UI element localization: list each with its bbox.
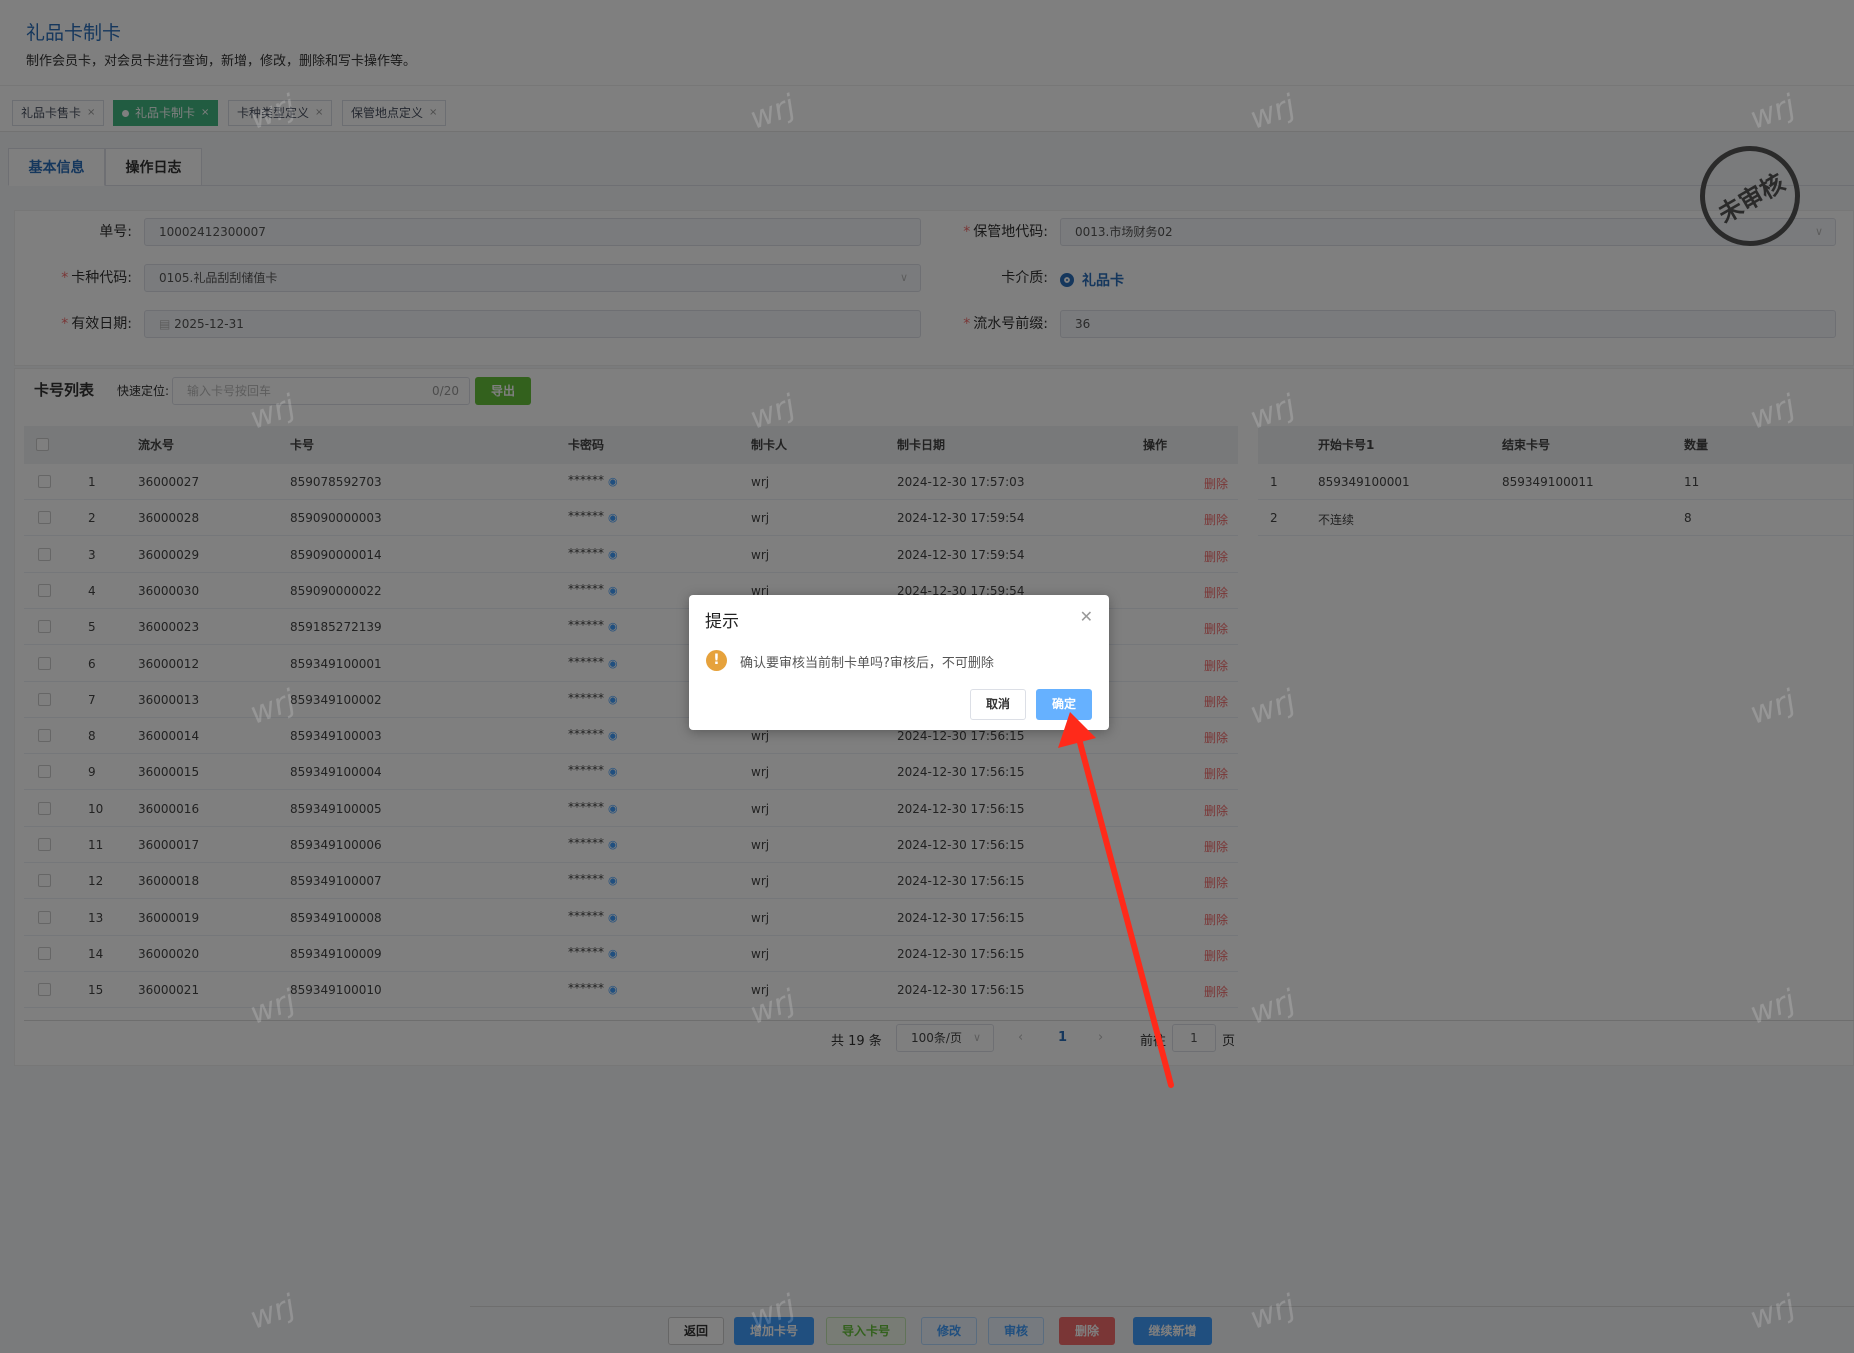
dialog-title: 提示 xyxy=(705,612,739,632)
warning-icon: ! xyxy=(706,650,727,671)
dialog-message: 确认要审核当前制卡单吗?审核后，不可删除 xyxy=(740,656,994,671)
cancel-button[interactable]: 取消 xyxy=(970,689,1026,720)
close-icon[interactable]: ✕ xyxy=(1080,607,1093,626)
confirm-button[interactable]: 确定 xyxy=(1036,689,1092,720)
confirm-dialog: 提示 ✕ ! 确认要审核当前制卡单吗?审核后，不可删除 取消 确定 xyxy=(689,595,1109,730)
